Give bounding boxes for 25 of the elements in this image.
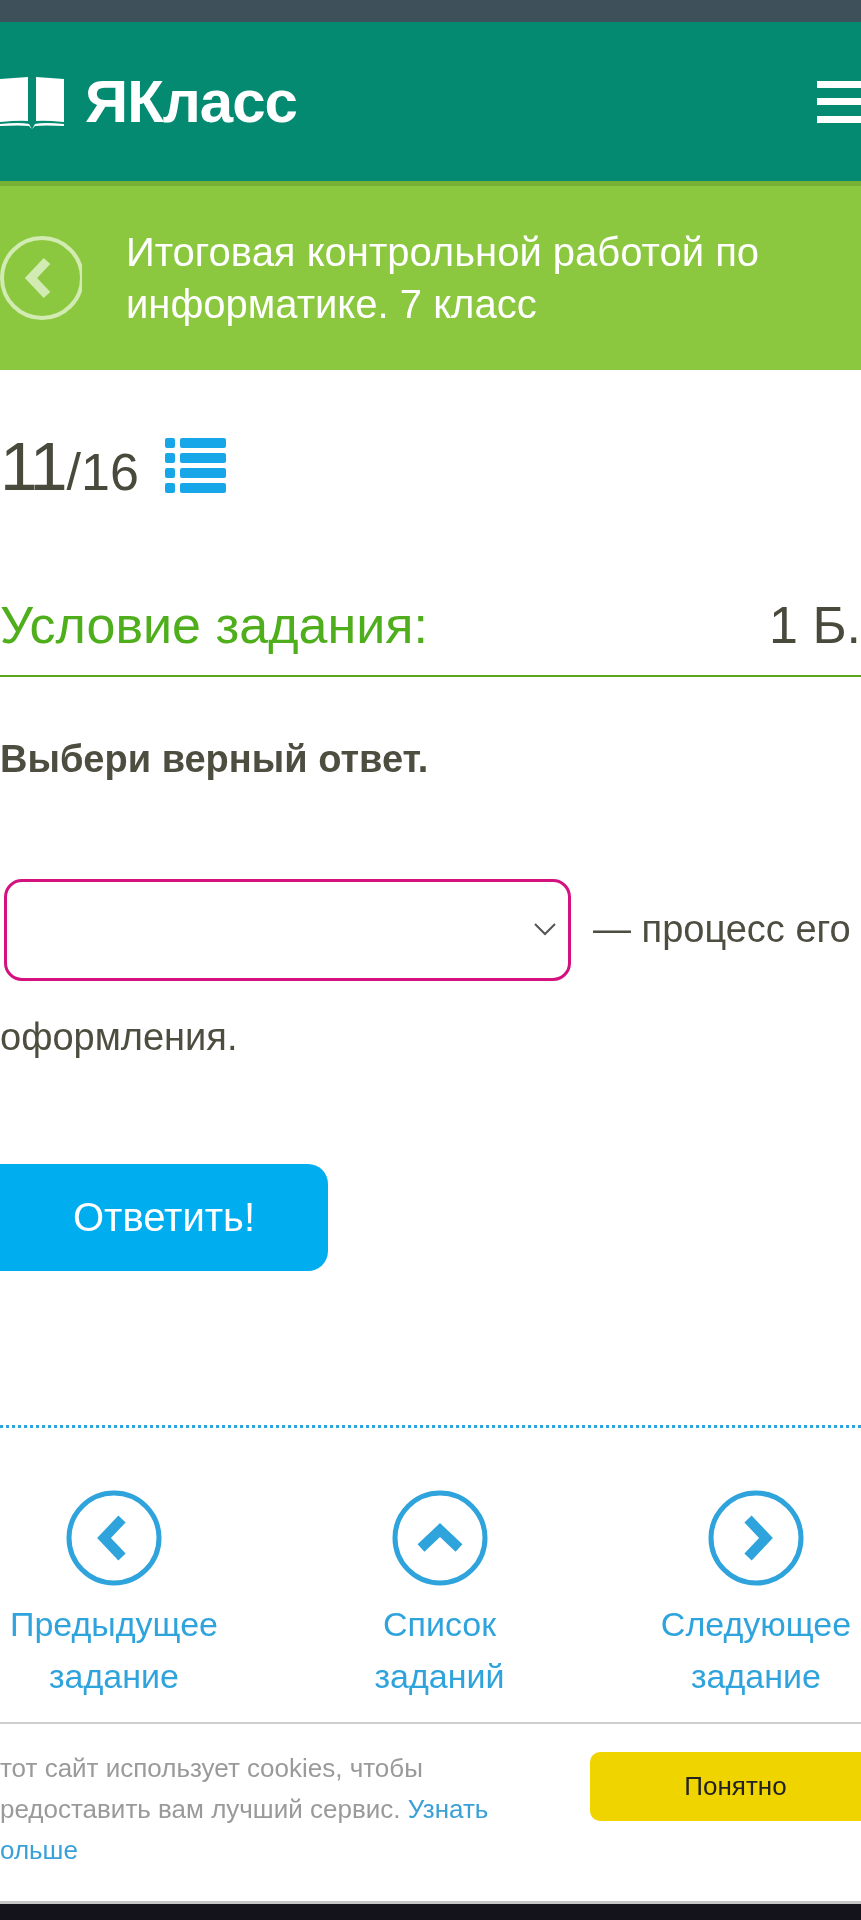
sentence-text: оформления. [0,1014,238,1060]
chevron-left-circle-icon [66,1490,162,1587]
chevron-right-circle-icon [708,1490,804,1587]
menu-icon[interactable] [817,80,861,123]
logo-text[interactable]: ЯКласс [85,71,297,132]
accept-cookies-button[interactable]: Понятно [590,1752,861,1821]
answer-dropdown[interactable] [4,878,571,981]
chevron-down-icon [534,923,556,937]
task-list-link[interactable]: Список заданий [228,1490,651,1703]
task-total: /16 [66,446,139,498]
book-icon [0,74,65,129]
task-number: 11 [0,432,65,500]
chevron-up-circle-icon [391,1490,488,1587]
previous-task-link[interactable]: Предыдущее задание [0,1490,228,1703]
submit-button[interactable]: Ответить! [0,1164,328,1272]
sentence-text: — процесс его [593,907,851,952]
task-points: 1 Б. [769,597,861,655]
task-heading: Условие задания: [0,597,428,655]
cookie-notice-text: тот сайт использует cookies, чтобы редоставить вам лучший сервис. Узнать ольше [0,1752,489,1867]
next-task-link[interactable]: Следующее задание [651,1490,861,1703]
list-icon[interactable] [164,437,226,495]
learn-more-link[interactable]: Узнать [407,1794,489,1824]
test-title: Итоговая контрольной работой по информатике. 7 класс [126,229,761,328]
learn-more-link[interactable]: ольше [0,1835,78,1865]
task-instruction: Выбери верный ответ. [0,737,430,783]
